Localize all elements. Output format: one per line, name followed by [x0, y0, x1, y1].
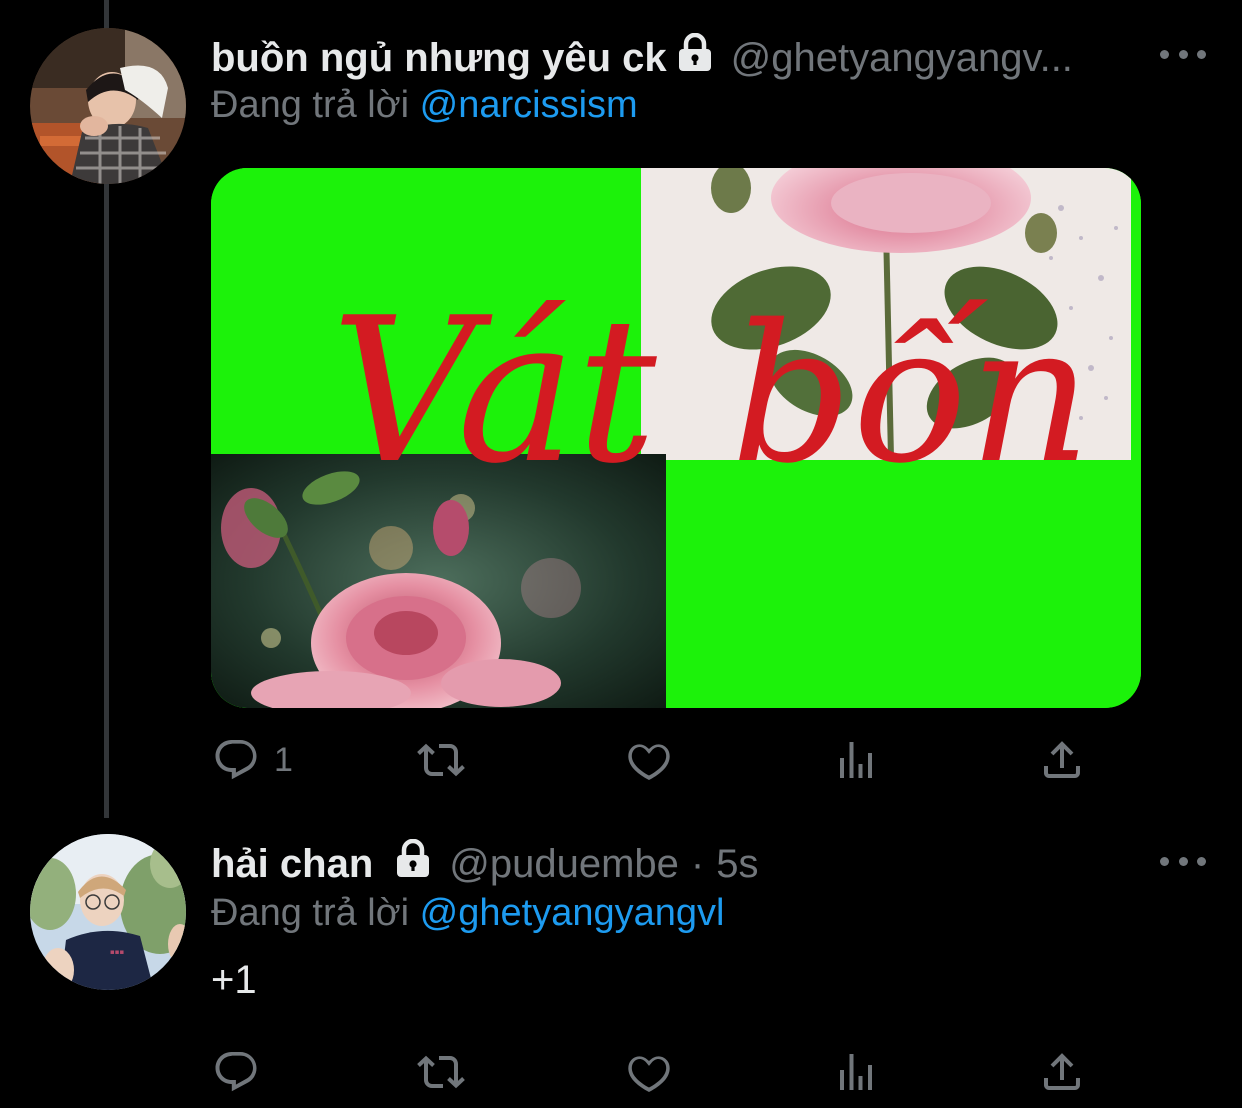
lock-icon	[395, 838, 431, 889]
reply-count: 1	[274, 740, 293, 779]
analytics-button[interactable]	[832, 732, 880, 788]
tweet-text: +1	[211, 958, 257, 1002]
replying-to-mention[interactable]: @narcissism	[420, 84, 638, 126]
tweet-actions: 1	[212, 732, 1092, 788]
replying-to: Đang trả lời @narcissism	[211, 84, 638, 127]
timestamp[interactable]: 5s	[716, 842, 758, 887]
tweet-actions	[212, 1044, 1092, 1100]
display-name[interactable]: hải chan	[211, 842, 373, 887]
separator-dot: ·	[690, 841, 705, 886]
like-button[interactable]	[625, 732, 673, 788]
avatar[interactable]	[30, 28, 186, 184]
reply-button[interactable]: 1	[212, 732, 293, 788]
handle[interactable]: @ghetyangyangv...	[731, 36, 1073, 81]
media-text-bon: bốn	[731, 284, 1091, 505]
handle[interactable]: @puduembe	[449, 842, 679, 887]
replying-to-mention[interactable]: @ghetyangyangvl	[420, 892, 725, 934]
retweet-button[interactable]	[417, 1044, 465, 1100]
replying-to: Đang trả lời @ghetyangyangvl	[211, 892, 724, 935]
tweet-media-image[interactable]: Vát bốn	[211, 168, 1141, 708]
analytics-icon	[832, 1048, 880, 1096]
share-icon	[1038, 736, 1086, 784]
media-text-vat: Vát	[331, 275, 657, 508]
more-icon[interactable]	[1160, 44, 1206, 64]
share-button[interactable]	[1038, 732, 1086, 788]
svg-text:▪▪▪: ▪▪▪	[110, 948, 124, 956]
like-icon	[625, 736, 673, 784]
avatar-photo: ▪▪▪	[30, 834, 186, 990]
share-icon	[1038, 1048, 1086, 1096]
retweet-icon	[417, 1048, 465, 1096]
tweet-header: buồn ngủ nhưng yêu ck @ghetyangyangv...	[211, 30, 1151, 86]
retweet-icon	[417, 736, 465, 784]
lock-icon	[677, 32, 713, 83]
share-button[interactable]	[1038, 1044, 1086, 1100]
reply-icon	[212, 736, 260, 784]
media-collage: Vát bốn	[211, 168, 1141, 708]
like-icon	[625, 1048, 673, 1096]
replying-to-label: Đang trả lời	[211, 84, 410, 126]
more-icon[interactable]	[1160, 851, 1206, 871]
timeline: buồn ngủ nhưng yêu ck @ghetyangyangv... …	[0, 0, 1242, 1108]
like-button[interactable]	[625, 1044, 673, 1100]
reply-icon	[212, 1048, 260, 1096]
display-name[interactable]: buồn ngủ nhưng yêu ck	[211, 36, 667, 81]
analytics-button[interactable]	[832, 1044, 880, 1100]
replying-to-label: Đang trả lời	[211, 892, 410, 934]
reply-button[interactable]	[212, 1044, 260, 1100]
tweet-header: hải chan @puduembe · 5s	[211, 836, 1111, 892]
avatar-photo	[30, 28, 186, 184]
retweet-button[interactable]	[417, 732, 465, 788]
avatar[interactable]: ▪▪▪	[30, 834, 186, 990]
analytics-icon	[832, 736, 880, 784]
